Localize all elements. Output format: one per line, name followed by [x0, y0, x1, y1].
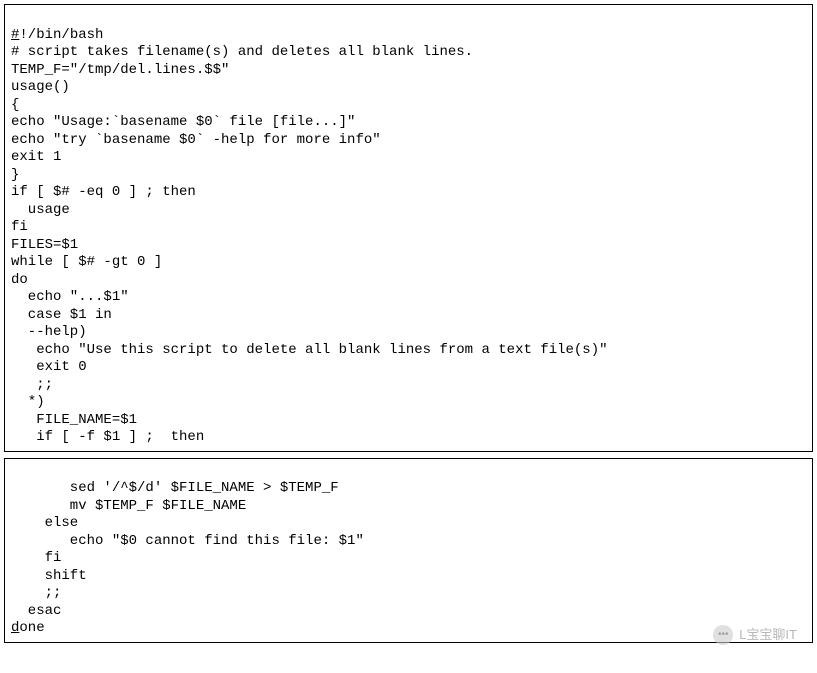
code-line: while [ $# -gt 0 ]	[11, 254, 162, 270]
code-line: FILE_NAME=$1	[11, 412, 137, 428]
code-line: {	[11, 97, 19, 113]
code-line: TEMP_F="/tmp/del.lines.$$"	[11, 62, 229, 78]
code-line: --help)	[11, 324, 87, 340]
code-box-1: #!/bin/bash # script takes filename(s) a…	[4, 4, 813, 452]
code-line: ;;	[11, 377, 53, 393]
code-line: FILES=$1	[11, 237, 78, 253]
code-line: echo "...$1"	[11, 289, 129, 305]
code-line: one	[19, 620, 44, 636]
watermark: ••• L宝宝聊IT	[713, 625, 797, 645]
code-line: echo "Use this script to delete all blan…	[11, 342, 608, 358]
code-line: if [ -f $1 ] ; then	[11, 429, 204, 445]
code-line: shift	[11, 568, 87, 584]
watermark-text: L宝宝聊IT	[739, 627, 797, 643]
code-line: echo "Usage:`basename $0` file [file...]…	[11, 114, 355, 130]
code-line: fi	[11, 550, 61, 566]
code-line: echo "$0 cannot find this file: $1"	[11, 533, 364, 549]
code-line: do	[11, 272, 28, 288]
code-line: esac	[11, 603, 61, 619]
code-box-2: sed '/^$/d' $FILE_NAME > $TEMP_F mv $TEM…	[4, 458, 813, 643]
code-line: # script takes filename(s) and deletes a…	[11, 44, 473, 60]
code-line: *)	[11, 394, 45, 410]
code-line: !/bin/bash	[19, 27, 103, 43]
code-line: mv $TEMP_F $FILE_NAME	[11, 498, 246, 514]
code-line: if [ $# -eq 0 ] ; then	[11, 184, 196, 200]
code-line: usage()	[11, 79, 70, 95]
code-line: exit 1	[11, 149, 61, 165]
code-line: ;;	[11, 585, 61, 601]
code-line: sed '/^$/d' $FILE_NAME > $TEMP_F	[11, 480, 339, 496]
code-line: echo "try `basename $0` -help for more i…	[11, 132, 381, 148]
code-line: }	[11, 167, 19, 183]
code-line: usage	[11, 202, 70, 218]
code-line: else	[11, 515, 78, 531]
code-line: exit 0	[11, 359, 87, 375]
code-line: fi	[11, 219, 28, 235]
watermark-icon: •••	[713, 625, 733, 645]
code-line: case $1 in	[11, 307, 112, 323]
